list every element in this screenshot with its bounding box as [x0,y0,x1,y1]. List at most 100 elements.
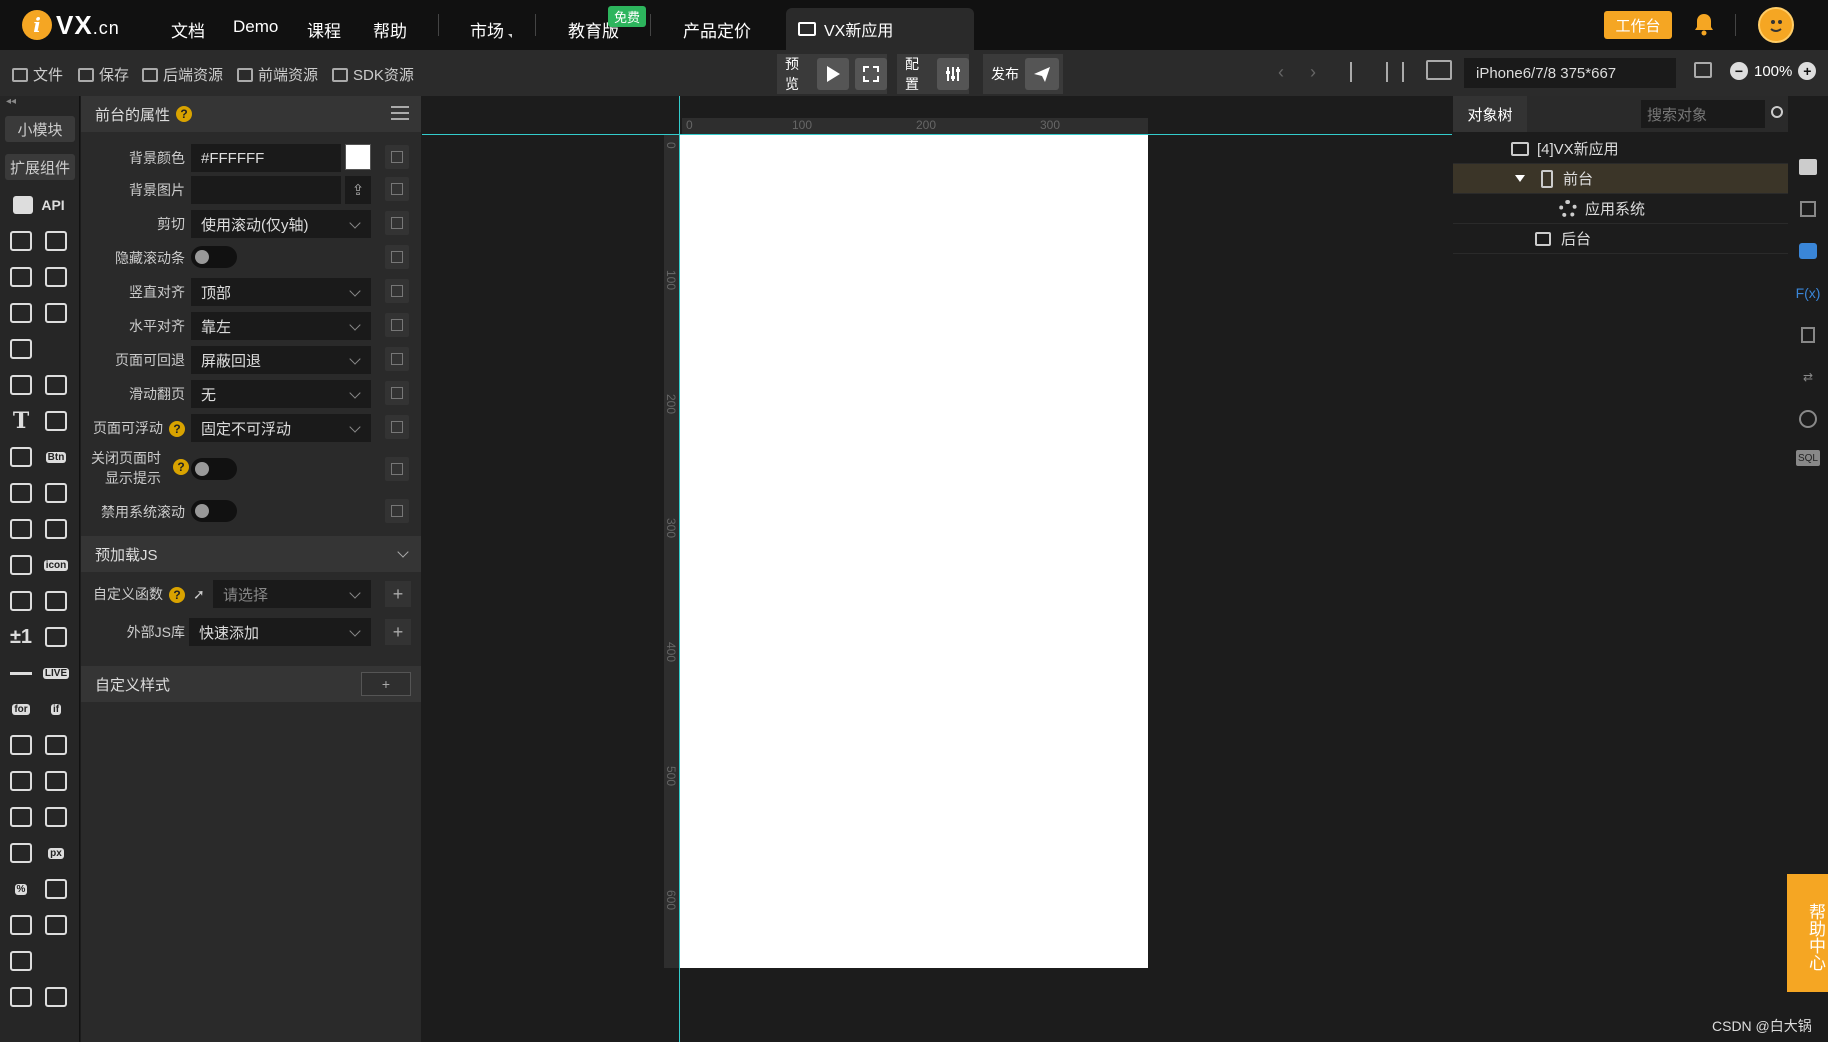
tree-node-system[interactable]: 应用系统 [1453,194,1788,224]
backend-resources-button[interactable]: 后端资源 [142,64,223,85]
config-button[interactable] [937,58,969,90]
copy-icon[interactable] [385,381,409,405]
nav-help[interactable]: 帮助 [373,17,407,42]
file-button[interactable]: 文件 [12,64,63,85]
cursor-pick-icon[interactable]: ➚ [193,586,205,603]
collapse-icon[interactable] [44,734,68,756]
link-icon[interactable] [44,590,68,612]
swipe-paging-select[interactable]: 无 [191,380,371,408]
text-icon[interactable]: T [9,408,33,434]
device-select[interactable]: iPhone6/7/8 375*667 [1464,58,1676,88]
swap-icon[interactable]: ⇄ [1796,366,1820,388]
rich-text-icon[interactable] [9,518,33,540]
app-tab[interactable]: VX新应用 [786,8,974,50]
vx-logo[interactable]: i VX.cn [22,8,120,42]
copy-device-icon[interactable] [9,338,33,360]
line-icon[interactable] [9,662,33,684]
preload-js-header[interactable]: 预加载JS [81,536,421,572]
tab-small-modules[interactable]: 小模块 [5,116,75,142]
screenshot-icon[interactable] [1694,62,1712,78]
copy-icon[interactable] [385,177,409,201]
video-icon[interactable] [44,482,68,504]
nav-pricing[interactable]: 产品定价 [683,17,751,42]
align-left-icon[interactable] [1350,62,1368,82]
page-back-select[interactable]: 屏蔽回退 [191,346,371,374]
publish-button[interactable] [1025,58,1059,90]
copy-icon[interactable] [385,211,409,235]
device-icon[interactable] [1426,60,1452,80]
hide-scrollbar-toggle[interactable] [191,246,237,268]
copy-icon[interactable] [385,457,409,481]
chat-icon[interactable] [1796,240,1820,262]
undo-icon[interactable]: ‹ [1278,62,1284,83]
slider-icon[interactable] [9,842,33,864]
avatar[interactable] [1758,7,1794,43]
fx-icon[interactable]: F(x) [1796,282,1821,304]
sdk-resources-button[interactable]: SDK资源 [332,64,414,85]
share-icon[interactable] [9,950,33,972]
cloud-mqtt-icon[interactable] [44,230,68,252]
add-js-lib-button[interactable]: + [385,619,411,645]
for-icon[interactable]: for [9,698,33,720]
color-swatch[interactable] [345,144,371,170]
btn-icon[interactable]: Btn [44,446,68,468]
layout-icon[interactable] [44,302,68,324]
card-icon[interactable] [9,770,33,792]
nav-demo[interactable]: Demo [233,17,278,37]
help-icon[interactable]: ? [169,421,185,437]
music-icon[interactable] [9,482,33,504]
px-icon[interactable]: px [44,842,68,864]
progress-icon[interactable] [44,806,68,828]
help-center-button[interactable]: 帮助中心 [1787,874,1828,992]
frontend-resources-button[interactable]: 前端资源 [237,64,318,85]
help-icon[interactable]: ? [176,106,193,122]
horizontal-align-select[interactable]: 靠左 [191,312,371,340]
copy-icon[interactable] [385,279,409,303]
api-icon[interactable]: API [9,194,69,216]
tab-object-tree[interactable]: 对象树 [1453,96,1527,132]
nav-courses[interactable]: 课程 [307,17,341,42]
live-icon[interactable]: LIVE [42,662,70,684]
copy-icon[interactable] [385,313,409,337]
menu-icon[interactable] [391,106,409,120]
sort-icon[interactable] [44,878,68,900]
copy-icon[interactable] [1796,324,1820,346]
collapse-sidebar-icon[interactable]: ◂◂ [6,96,16,107]
tab-extension-components[interactable]: 扩展组件 [5,154,75,180]
search-icon[interactable] [1771,106,1783,118]
qr-preview-button[interactable] [855,58,887,90]
component-icon[interactable] [9,590,33,612]
add-function-button[interactable]: + [385,581,411,607]
sql-icon[interactable]: SQL [1796,450,1820,466]
save-button[interactable]: 保存 [78,64,129,85]
nav-docs[interactable]: 文档 [171,17,205,42]
bell-icon[interactable] [1693,12,1715,40]
article-icon[interactable] [44,518,68,540]
percent-icon[interactable]: % [9,878,33,900]
nav-market[interactable]: 市场 [470,17,504,42]
copy-icon[interactable] [385,347,409,371]
play-button[interactable] [817,58,850,90]
gear-icon[interactable] [9,266,33,288]
disable-scroll-toggle[interactable] [191,500,237,522]
qrcode-icon[interactable] [44,626,68,648]
timer-icon[interactable] [9,986,33,1008]
copy-icon[interactable] [385,245,409,269]
help-icon[interactable]: ? [169,587,185,603]
copy-icon[interactable] [385,499,409,523]
bg-image-input[interactable] [191,176,341,204]
tree-list-icon[interactable] [44,914,68,936]
zoom-in-icon[interactable]: + [1798,62,1817,80]
table-icon[interactable] [9,914,33,936]
edit-icon[interactable] [9,446,33,468]
form-icon[interactable] [9,734,33,756]
tree-node-frontend[interactable]: 前台 [1453,164,1788,194]
bg-color-input[interactable]: #FFFFFF [191,144,341,172]
align-center-icon[interactable] [1386,62,1404,82]
translate-icon[interactable] [44,410,68,432]
image-icon[interactable] [9,374,33,396]
if-icon[interactable]: if [44,698,68,720]
add-style-button[interactable]: + [361,672,411,696]
browser-icon[interactable] [9,554,33,576]
clip-select[interactable]: 使用滚动(仅y轴) [191,210,371,238]
